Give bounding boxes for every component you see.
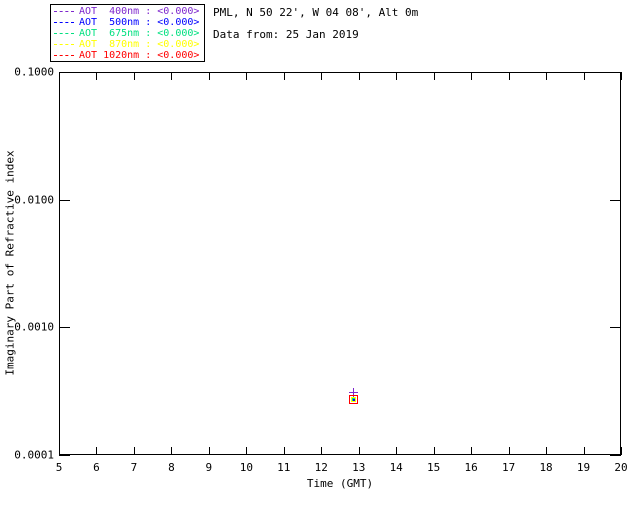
x-tick-bottom (283, 447, 285, 455)
legend-entry-500nm: AOT 500nm : <0.000> (54, 17, 204, 28)
x-tick-bottom (96, 447, 98, 455)
legend-label-1020nm: AOT 1020nm : <0.000> (79, 50, 200, 61)
legend-entry-400nm: AOT 400nm : <0.000> (54, 6, 204, 17)
x-tick-bottom (546, 447, 548, 455)
x-tick-top (171, 72, 173, 80)
x-tick-bottom (358, 447, 360, 455)
x-tick-top (208, 72, 210, 80)
y-tick-right (610, 455, 621, 456)
y-tick-left (59, 199, 70, 201)
x-tick-bottom (321, 447, 323, 455)
x-tick-bottom (621, 447, 622, 455)
x-tick-bottom (471, 447, 473, 455)
y-tick-label: 0.0010 (14, 320, 54, 334)
x-tick-label: 7 (130, 461, 138, 474)
x-tick-label: 6 (93, 461, 100, 474)
legend-entry-870nm: AOT 870nm : <0.000> (54, 39, 204, 50)
x-tick-label: 8 (168, 461, 175, 474)
x-axis-title: Time (GMT) (306, 477, 374, 490)
legend-label-400nm: AOT 400nm : <0.000> (79, 6, 200, 17)
x-tick-top (96, 72, 98, 80)
x-tick-bottom (396, 447, 398, 455)
x-tick-top (133, 72, 135, 80)
y-tick-left (59, 327, 70, 329)
x-tick-bottom (171, 447, 173, 455)
dashed-line-swatch-400nm (54, 11, 74, 12)
legend-label-870nm: AOT 870nm : <0.000> (79, 39, 200, 50)
x-tick-label: 14 (389, 461, 403, 474)
x-tick-top (546, 72, 548, 80)
data-point-500nm (352, 398, 355, 401)
x-tick-bottom (133, 447, 135, 455)
x-tick-label: 17 (501, 461, 516, 474)
x-tick-top (508, 72, 510, 80)
x-tick-label: 18 (539, 461, 553, 474)
x-tick-bottom (583, 447, 585, 455)
x-tick-bottom (508, 447, 510, 455)
x-tick-top (621, 72, 622, 80)
data-date-text: Data from: 25 Jan 2019 (213, 28, 359, 41)
y-tick-label: 0.1000 (14, 65, 54, 79)
x-tick-bottom (208, 447, 210, 455)
legend-entry-675nm: AOT 675nm : <0.000> (54, 28, 204, 39)
aeronet-refractive-index-plot: AOT 400nm : <0.000> AOT 500nm : <0.000> … (0, 0, 640, 512)
x-tick-top (433, 72, 435, 80)
x-tick-label: 20 (614, 461, 628, 474)
x-tick-label: 13 (352, 461, 366, 474)
x-tick-top (358, 72, 360, 80)
x-tick-label: 15 (427, 461, 441, 474)
dashed-line-swatch-500nm (54, 22, 74, 23)
x-tick-label: 5 (55, 461, 63, 474)
legend-box: AOT 400nm : <0.000> AOT 500nm : <0.000> … (50, 4, 205, 62)
x-tick-label: 11 (277, 461, 291, 474)
legend-entry-1020nm: AOT 1020nm : <0.000> (54, 50, 204, 61)
x-tick-top (283, 72, 285, 80)
x-tick-label: 19 (576, 461, 591, 474)
y-tick-label: 0.0001 (14, 448, 54, 462)
x-tick-bottom (59, 447, 60, 455)
y-tick-left (59, 455, 70, 456)
x-tick-top (59, 72, 60, 80)
station-location-text: PML, N 50 22', W 04 08', Alt 0m (213, 6, 419, 19)
y-tick-left (59, 72, 70, 73)
x-tick-label: 12 (314, 461, 328, 474)
plot-area (59, 72, 621, 455)
x-tick-top (583, 72, 585, 80)
x-tick-bottom (433, 447, 435, 455)
y-tick-label: 0.0100 (14, 193, 54, 207)
y-axis-title: Imaginary Part of Refractive index (3, 150, 17, 376)
dashed-line-swatch-675nm (54, 33, 74, 34)
dashed-line-swatch-870nm (54, 44, 74, 45)
x-tick-top (471, 72, 473, 80)
x-tick-label: 10 (239, 461, 253, 474)
data-point-400nm-plus-h (349, 391, 359, 393)
x-tick-label: 16 (464, 461, 478, 474)
y-tick-right (610, 199, 621, 201)
x-tick-top (321, 72, 323, 80)
x-tick-top (246, 72, 248, 80)
x-tick-top (396, 72, 398, 80)
y-tick-right (610, 72, 621, 73)
legend-label-500nm: AOT 500nm : <0.000> (79, 17, 200, 28)
x-tick-bottom (246, 447, 248, 455)
x-tick-label: 9 (205, 461, 213, 474)
dashed-line-swatch-1020nm (54, 55, 74, 56)
y-tick-right (610, 327, 621, 329)
legend-label-675nm: AOT 675nm : <0.000> (79, 28, 200, 39)
